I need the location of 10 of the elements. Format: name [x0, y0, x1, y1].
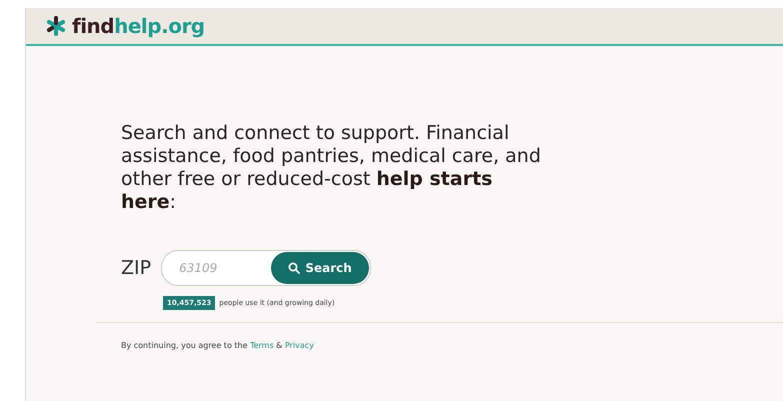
- headline: Search and connect to support. Financial assistance, food pantries, medical care, and other free or reduced-cost help starts here:: [121, 122, 542, 214]
- consent-text: By continuing, you agree to the Terms & Privacy: [121, 341, 315, 350]
- search-button[interactable]: Search: [271, 252, 370, 284]
- asterisk-icon: [46, 16, 66, 36]
- zip-label: ZIP: [121, 257, 152, 279]
- zip-field[interactable]: 63109 Search: [161, 250, 372, 286]
- logo-text[interactable]: findhelp.org: [72, 14, 205, 38]
- search-icon: [288, 262, 300, 274]
- terms-link[interactable]: Terms: [250, 341, 274, 350]
- privacy-link[interactable]: Privacy: [284, 341, 314, 350]
